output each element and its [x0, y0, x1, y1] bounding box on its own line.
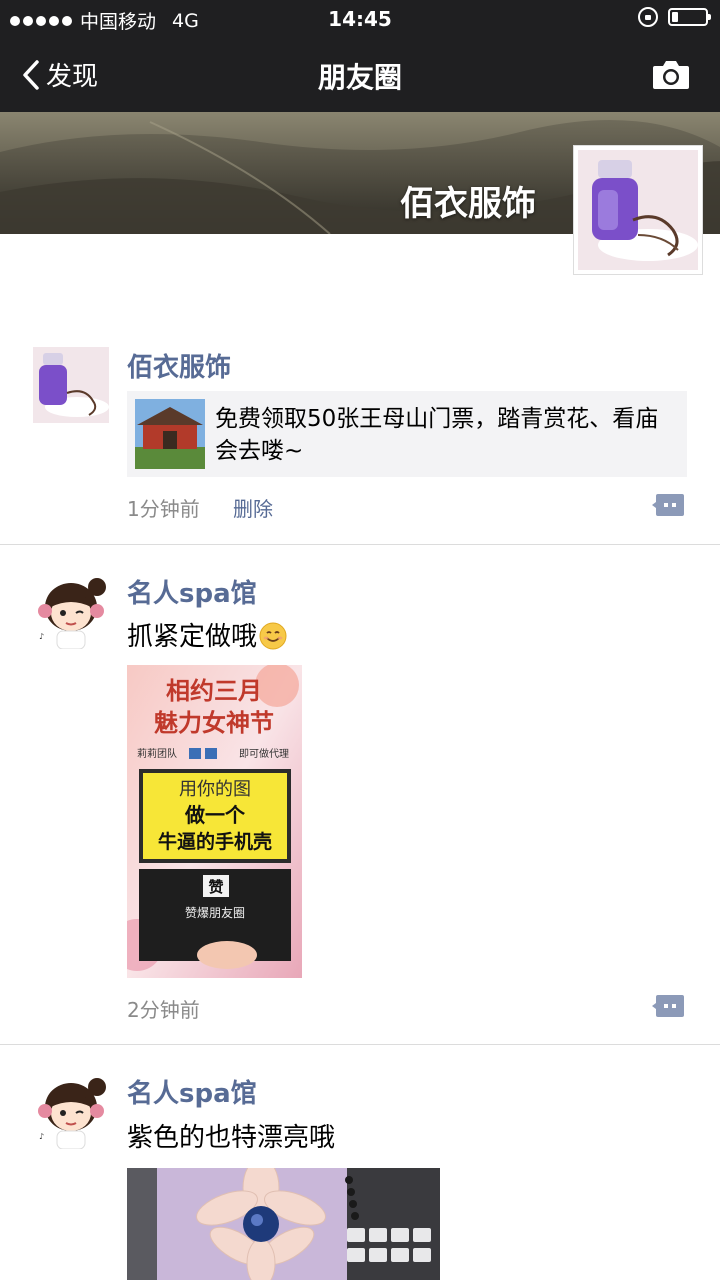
- battery-icon: [668, 8, 711, 26]
- poster-sub-left: 莉莉团队: [137, 747, 177, 760]
- poster-box-top: 用你的图: [179, 779, 251, 800]
- poster-bottom-text: 赞爆朋友圈: [185, 906, 245, 920]
- poster-headline-1: 相约三月: [166, 677, 262, 705]
- post-divider: [0, 544, 720, 545]
- promo-poster-image: 相约三月 魅力女神节 莉莉团队 即可做代理 用你的图 做一个 牛逼的手机壳 赞 …: [127, 665, 302, 978]
- post-image[interactable]: 相约三月 魅力女神节 莉莉团队 即可做代理 用你的图 做一个 牛逼的手机壳 赞 …: [127, 665, 302, 978]
- poster-like-badge: 赞: [207, 878, 223, 896]
- cover-profile-name: 佰衣服饰: [400, 184, 536, 224]
- camera-button[interactable]: [652, 58, 690, 94]
- poster-headline-2: 魅力女神节: [154, 709, 274, 737]
- comment-icon: [652, 494, 684, 516]
- post-divider: [0, 1044, 720, 1045]
- post-timestamp: 1分钟前: [127, 497, 200, 521]
- camera-icon: [653, 61, 689, 89]
- status-right: [638, 7, 711, 27]
- comment-button[interactable]: [652, 995, 684, 1017]
- page-title: 朋友圈: [317, 61, 402, 94]
- comment-button[interactable]: [652, 494, 684, 516]
- post-avatar[interactable]: ♪: [33, 573, 109, 649]
- svg-text:♪: ♪: [39, 1132, 44, 1141]
- svg-text:♪: ♪: [39, 632, 44, 641]
- smile-emoji-icon: [259, 622, 287, 650]
- post-author-name[interactable]: 名人spa馆: [127, 573, 257, 610]
- post-video-thumbnail[interactable]: [127, 1168, 440, 1280]
- post-avatar[interactable]: ♪: [33, 1073, 109, 1149]
- cartoon-girl-avatar-image: ♪: [33, 573, 109, 649]
- post-avatar[interactable]: [33, 347, 109, 423]
- comment-icon: [652, 995, 684, 1017]
- poster-sub-right: 即可做代理: [239, 747, 289, 760]
- battery-level: [672, 12, 678, 22]
- temple-image: [135, 399, 205, 469]
- chevron-left-icon: [23, 59, 39, 90]
- back-button[interactable]: 发现: [22, 56, 98, 93]
- profile-avatar[interactable]: [573, 145, 703, 275]
- post-text: 紫色的也特漂亮哦: [127, 1123, 336, 1153]
- delete-post-button[interactable]: 删除: [233, 493, 273, 522]
- poster-box-line1: 做一个: [184, 803, 246, 827]
- post-timestamp: 2分钟前: [127, 998, 200, 1022]
- status-bar: 中国移动 4G 14:45: [0, 0, 720, 38]
- poster-box-line2: 牛逼的手机壳: [158, 830, 272, 853]
- phone-case-video-image: [127, 1168, 440, 1280]
- status-time: 14:45: [328, 7, 392, 31]
- back-label: 发现: [46, 62, 99, 92]
- shared-link-card[interactable]: 免费领取50张王母山门票，踏青赏花、看庙会去喽~: [127, 391, 687, 477]
- navigation-bar: 发现 朋友圈: [0, 38, 720, 112]
- post-author-name[interactable]: 名人spa馆: [127, 1073, 257, 1110]
- cartoon-girl-avatar-image: ♪: [33, 1073, 109, 1149]
- post-text: 抓紧定做哦: [127, 616, 287, 653]
- link-title: 免费领取50张王母山门票，踏青赏花、看庙会去喽~: [215, 406, 659, 464]
- perfume-bottle-image: [578, 150, 698, 270]
- perfume-bottle-avatar-image: [33, 347, 109, 423]
- post-text-content: 抓紧定做哦: [127, 622, 258, 652]
- rotation-lock-icon: [638, 7, 658, 27]
- post-author-name[interactable]: 佰衣服饰: [127, 347, 231, 384]
- link-thumbnail: [135, 399, 205, 469]
